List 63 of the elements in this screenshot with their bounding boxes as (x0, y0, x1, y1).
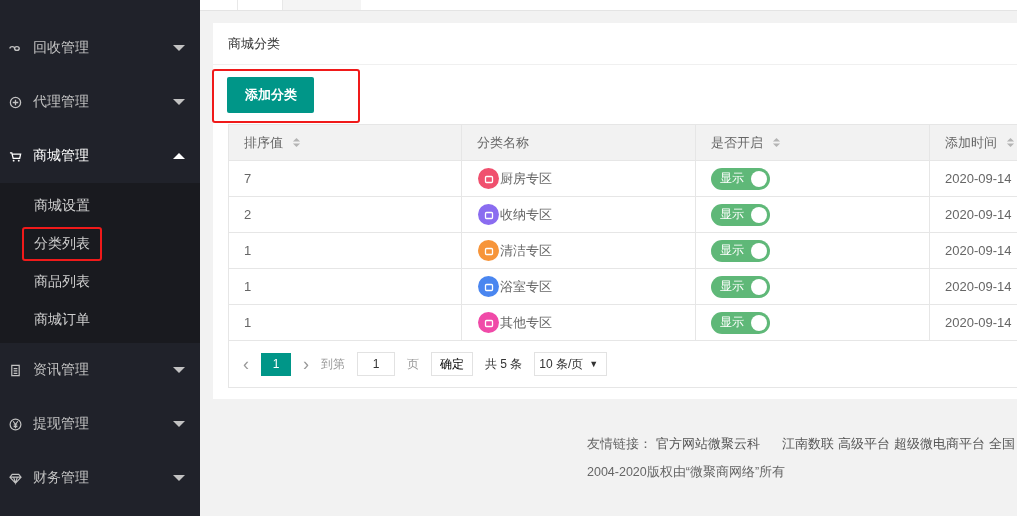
table-cell: 1 (229, 305, 462, 340)
diamond-icon (9, 471, 22, 485)
table-cell: 1 (229, 269, 462, 304)
submenu-item[interactable]: 商品列表 (0, 263, 200, 301)
footer-link[interactable]: 高级平台 (838, 435, 890, 453)
menu-item[interactable]: 提现管理 (0, 397, 200, 451)
table-cell: 2020-09-14 (930, 161, 1017, 196)
table-cell: 厨房专区 (500, 169, 552, 188)
table-cell: 2020-09-14 (930, 305, 1017, 340)
footer-link[interactable]: 全国 (989, 435, 1015, 453)
submenu-item[interactable]: 分类列表 (0, 225, 200, 263)
table-cell: 收纳专区 (500, 205, 552, 224)
column-header[interactable]: 排序值 (229, 125, 462, 160)
table-cell: 7 (229, 161, 462, 196)
sort-icon[interactable] (772, 137, 781, 148)
page-size-select[interactable]: 10 条/页 ▼ (534, 352, 608, 376)
total-count: 共 5 条 (485, 355, 523, 373)
menu-item[interactable]: 资讯管理 (0, 343, 200, 397)
table-cell: 1 (229, 233, 462, 268)
goto-label: 到第 (321, 355, 345, 373)
table-cell: 2020-09-14 (930, 197, 1017, 232)
yen-icon (9, 417, 22, 431)
links-label: 友情链接： (587, 435, 652, 453)
page-input-field[interactable]: 1 (357, 352, 395, 376)
sort-icon[interactable] (292, 137, 301, 148)
column-header[interactable]: 添加时间 (930, 125, 1017, 160)
submenu-item-label: 商品列表 (33, 272, 91, 291)
submenu-item[interactable]: 商城订单 (0, 301, 200, 339)
footer-link[interactable]: 超级微电商平台 (894, 435, 985, 453)
cart-icon (9, 149, 22, 163)
document-icon (9, 363, 22, 377)
sort-icon[interactable] (1006, 137, 1015, 148)
page-unit-label: 页 (407, 355, 419, 373)
submenu-item-label: 分类列表 (22, 227, 102, 261)
caret-icon (173, 421, 185, 427)
column-header[interactable]: 是否开启 (696, 125, 930, 160)
caret-icon (173, 475, 185, 481)
copyright-text: 2004-2020版权由“微聚商网络”所有 (587, 463, 787, 481)
menu-item[interactable]: 商城管理 (0, 129, 200, 183)
caret-icon (173, 45, 185, 51)
column-header[interactable]: 分类名称 (462, 125, 696, 160)
page-button[interactable]: 1 (261, 352, 291, 376)
footer-link[interactable]: 江南数联 (782, 435, 834, 453)
plus-circle-icon (9, 95, 22, 109)
submenu-item-label: 商城订单 (33, 310, 91, 329)
table-cell: 2 (229, 197, 462, 232)
footer-link[interactable]: 官方网站微聚云科 (656, 435, 760, 453)
table-cell: 浴室专区 (500, 277, 552, 296)
confirm-button[interactable]: 确定 (431, 352, 473, 376)
caret-icon (173, 367, 185, 373)
caret-icon (173, 99, 185, 105)
table-cell: 2020-09-14 (930, 269, 1017, 304)
submenu-item-label: 商城设置 (33, 196, 91, 215)
menu-item[interactable]: 财务管理 (0, 451, 200, 505)
table-cell: 其他专区 (500, 313, 552, 332)
menu-item[interactable]: 代理管理 (0, 75, 200, 129)
submenu-item[interactable]: 商城设置 (0, 187, 200, 225)
caret-icon (173, 153, 185, 159)
card-title: 商城分类 (213, 23, 1017, 65)
add-category-button[interactable]: 添加分类 (227, 77, 314, 113)
table-cell: 2020-09-14 (930, 233, 1017, 268)
menu-item[interactable]: 回收管理 (0, 21, 200, 75)
table-cell: 清洁专区 (500, 241, 552, 260)
